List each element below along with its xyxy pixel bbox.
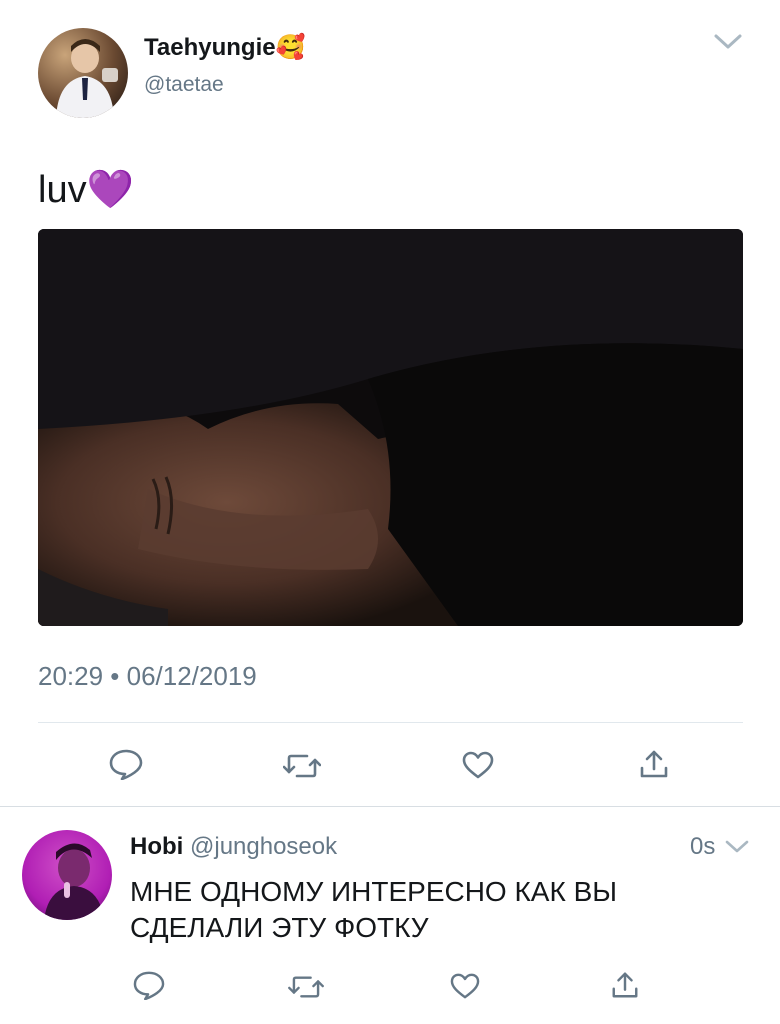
reply-heart-icon[interactable]	[449, 972, 481, 1000]
divider	[38, 722, 743, 723]
author-emoji: 🥰	[275, 34, 306, 61]
reply-author-name[interactable]: Hobi	[130, 833, 183, 860]
reply-text-line1: МНЕ ОДНОМУ ИНТЕРЕСНО КАК ВЫ	[130, 876, 618, 907]
reply-icon[interactable]	[108, 748, 144, 780]
tweet-timestamp: 20:29 • 06/12/2019	[38, 661, 257, 691]
author-handle[interactable]: @taetae	[144, 72, 224, 98]
reply-time: 0s	[690, 833, 716, 860]
tweet-text: luv💜	[38, 168, 134, 212]
chevron-down-icon[interactable]	[712, 30, 744, 52]
reply-avatar[interactable]	[22, 830, 112, 920]
author-name[interactable]: Taehyungie🥰	[144, 34, 305, 62]
retweet-icon[interactable]	[283, 752, 321, 780]
reply-reply-icon[interactable]	[132, 970, 166, 1000]
tweet-photo[interactable]	[38, 229, 743, 626]
reply-share-icon[interactable]	[610, 970, 640, 1000]
author-name-text: Taehyungie	[144, 34, 276, 61]
tweet-text-content: luv	[38, 169, 87, 211]
heart-icon[interactable]	[461, 750, 495, 780]
section-divider	[0, 806, 780, 807]
tweet-text-emoji: 💜	[86, 169, 134, 211]
reply-text-line2: СДЕЛАЛИ ЭТУ ФОТКУ	[130, 912, 429, 943]
reply-text: МНЕ ОДНОМУ ИНТЕРЕСНО КАК ВЫ СДЕЛАЛИ ЭТУ …	[130, 874, 617, 946]
reply-retweet-icon[interactable]	[288, 974, 324, 1000]
share-icon[interactable]	[638, 748, 670, 780]
author-avatar[interactable]	[38, 28, 128, 118]
reply-author-handle[interactable]: @junghoseok	[190, 833, 337, 860]
reply-header: Hobi @junghoseok	[130, 832, 337, 862]
reply-chevron-down-icon[interactable]	[724, 838, 750, 856]
